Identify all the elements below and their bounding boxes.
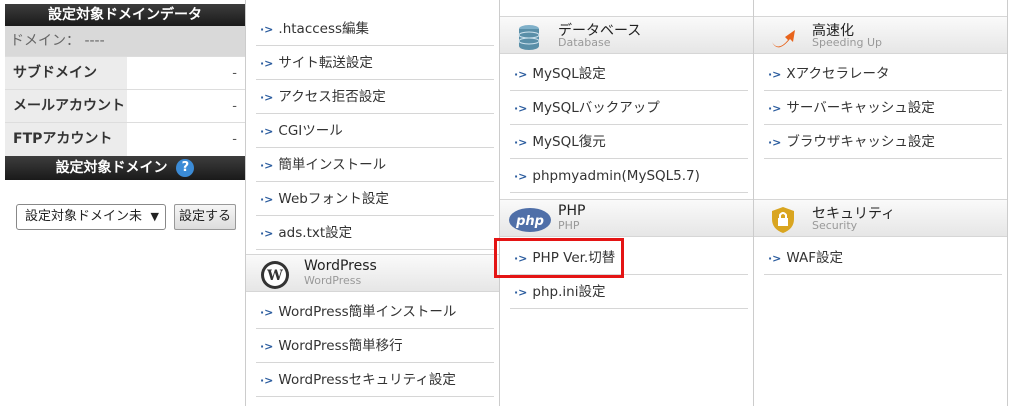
arrow-icon: ·> — [260, 91, 274, 104]
column-files: ·> .htaccess編集 ·> サイト転送設定 ·> アクセス拒否設定 ·> CGI… — [246, 0, 500, 406]
svg-text:php: php — [515, 214, 544, 229]
wordpress-icon: W — [261, 261, 289, 289]
menu-item-phpmyadmin[interactable]: ·> phpmyadmin(MySQL5.7) — [510, 159, 748, 193]
section-subtitle: PHP — [558, 219, 580, 232]
menu-item-site-forward[interactable]: ·> サイト転送設定 — [256, 46, 494, 80]
menu-item-wp-migrate[interactable]: ·> WordPress簡単移行 — [256, 329, 494, 363]
section-title: WordPress — [304, 258, 377, 274]
menu-item-label: ads.txt設定 — [278, 225, 353, 241]
domain-line: ドメイン： ---- — [5, 26, 245, 56]
chevron-down-icon: ▼ — [150, 210, 159, 223]
arrow-icon: ·> — [514, 170, 528, 183]
menu-item-server-cache[interactable]: ·> サーバーキャッシュ設定 — [764, 91, 1002, 125]
arrow-icon: ·> — [768, 252, 782, 265]
menu-item-label: 簡単インストール — [278, 157, 387, 173]
domain-select[interactable]: 設定対象ドメイン未 ▼ — [16, 204, 166, 230]
menu-item-wp-security[interactable]: ·> WordPressセキュリティ設定 — [256, 363, 494, 397]
menu-item-label: Xアクセラレータ — [786, 66, 890, 82]
menu-item-label: MySQL設定 — [532, 66, 606, 82]
info-value: - — [127, 57, 245, 90]
info-label: メールアカウント — [5, 90, 127, 123]
shield-lock-icon — [772, 207, 794, 233]
column-database-php: データベース Database ·> MySQL設定 ·> MySQLバックアップ … — [500, 0, 754, 406]
menu-item-label: .htaccess編集 — [278, 21, 370, 37]
section-php: php PHP PHP — [500, 199, 753, 237]
menu-item-label: WordPressセキュリティ設定 — [278, 372, 456, 388]
arrow-icon: ·> — [768, 136, 782, 149]
database-icon — [518, 25, 540, 50]
menu-item-label: WordPress簡単移行 — [278, 338, 403, 354]
section-wordpress: W WordPress WordPress — [246, 254, 499, 292]
speed-arrow-icon — [772, 30, 795, 48]
arrow-icon: ·> — [768, 68, 782, 81]
menu-item-label: CGIツール — [278, 123, 343, 139]
menu-item-browser-cache[interactable]: ·> ブラウザキャッシュ設定 — [764, 125, 1002, 159]
menu-item-label: Webフォント設定 — [278, 191, 389, 207]
info-row-ftp: FTPアカウント - — [5, 122, 245, 156]
arrow-icon: ·> — [260, 23, 274, 36]
menu-item-label: MySQL復元 — [532, 134, 606, 150]
section-security: セキュリティ Security — [754, 199, 1007, 237]
section-title: PHP — [558, 203, 586, 219]
info-row-subdomain: サブドメイン - — [5, 56, 245, 90]
set-domain-button[interactable]: 設定する — [174, 204, 236, 230]
menu-item-label: ブラウザキャッシュ設定 — [786, 134, 935, 150]
arrow-icon: ·> — [260, 125, 274, 138]
column-speed-security: 高速化 Speeding Up ·> Xアクセラレータ ·> サーバーキャッシュ設定… — [754, 0, 1008, 406]
info-label: FTPアカウント — [5, 123, 127, 156]
arrow-icon: ·> — [768, 102, 782, 115]
arrow-icon: ·> — [514, 102, 528, 115]
section-subtitle: WordPress — [304, 274, 362, 287]
menu-item-label: WAF設定 — [786, 250, 844, 266]
section-speed: 高速化 Speeding Up — [754, 16, 1007, 54]
target-domain-title: 設定対象ドメイン — [55, 160, 168, 176]
domain-select-value: 設定対象ドメイン未 — [25, 209, 143, 224]
menu-item-label: php.ini設定 — [532, 284, 606, 300]
highlight-box — [494, 238, 624, 278]
menu-item-easy-install[interactable]: ·> 簡単インストール — [256, 148, 494, 182]
domain-data-title: 設定対象ドメインデータ — [5, 4, 245, 26]
menu-item-label: サイト転送設定 — [278, 55, 373, 71]
menu-item-access-deny[interactable]: ·> アクセス拒否設定 — [256, 80, 494, 114]
arrow-icon: ·> — [514, 136, 528, 149]
left-panel: 設定対象ドメインデータ ドメイン： ---- サブドメイン - メールアカウント… — [0, 0, 246, 406]
menu-item-cgi-tool[interactable]: ·> CGIツール — [256, 114, 494, 148]
info-label: サブドメイン — [5, 57, 127, 90]
info-value: - — [127, 90, 245, 123]
svg-text:W: W — [266, 268, 283, 284]
menu-item-x-accelerator[interactable]: ·> Xアクセラレータ — [764, 57, 1002, 91]
menu-item-mysql-backup[interactable]: ·> MySQLバックアップ — [510, 91, 748, 125]
menu-item-htaccess[interactable]: ·> .htaccess編集 — [256, 12, 494, 46]
help-icon[interactable]: ? — [176, 159, 195, 177]
menu-item-label: WordPress簡単インストール — [278, 304, 457, 320]
section-subtitle: Security — [812, 219, 858, 232]
arrow-icon: ·> — [514, 286, 528, 299]
php-icon: php — [509, 208, 551, 232]
section-subtitle: Database — [558, 36, 611, 49]
target-domain-header: 設定対象ドメイン ? — [5, 156, 245, 180]
arrow-icon: ·> — [260, 193, 274, 206]
menu-item-label: phpmyadmin(MySQL5.7) — [532, 168, 700, 184]
arrow-icon: ·> — [260, 159, 274, 172]
arrow-icon: ·> — [514, 68, 528, 81]
arrow-icon: ·> — [260, 57, 274, 70]
section-subtitle: Speeding Up — [812, 36, 883, 49]
arrow-icon: ·> — [260, 227, 274, 240]
arrow-icon: ·> — [260, 306, 274, 319]
menu-item-ads-txt[interactable]: ·> ads.txt設定 — [256, 216, 494, 250]
menu-item-webfont[interactable]: ·> Webフォント設定 — [256, 182, 494, 216]
menu-item-label: アクセス拒否設定 — [278, 89, 386, 105]
menu-item-mysql-restore[interactable]: ·> MySQL復元 — [510, 125, 748, 159]
arrow-icon: ·> — [260, 374, 274, 387]
menu-item-mysql-settings[interactable]: ·> MySQL設定 — [510, 57, 748, 91]
info-value: - — [127, 123, 245, 156]
menu-item-php-ini[interactable]: ·> php.ini設定 — [510, 275, 748, 309]
menu-item-label: サーバーキャッシュ設定 — [786, 100, 935, 116]
menu-item-wp-easy-install[interactable]: ·> WordPress簡単インストール — [256, 295, 494, 329]
arrow-icon: ·> — [260, 340, 274, 353]
info-row-mail: メールアカウント - — [5, 89, 245, 123]
section-database: データベース Database — [500, 16, 753, 54]
menu-item-label: MySQLバックアップ — [532, 100, 660, 116]
menu-item-waf[interactable]: ·> WAF設定 — [764, 241, 1002, 275]
